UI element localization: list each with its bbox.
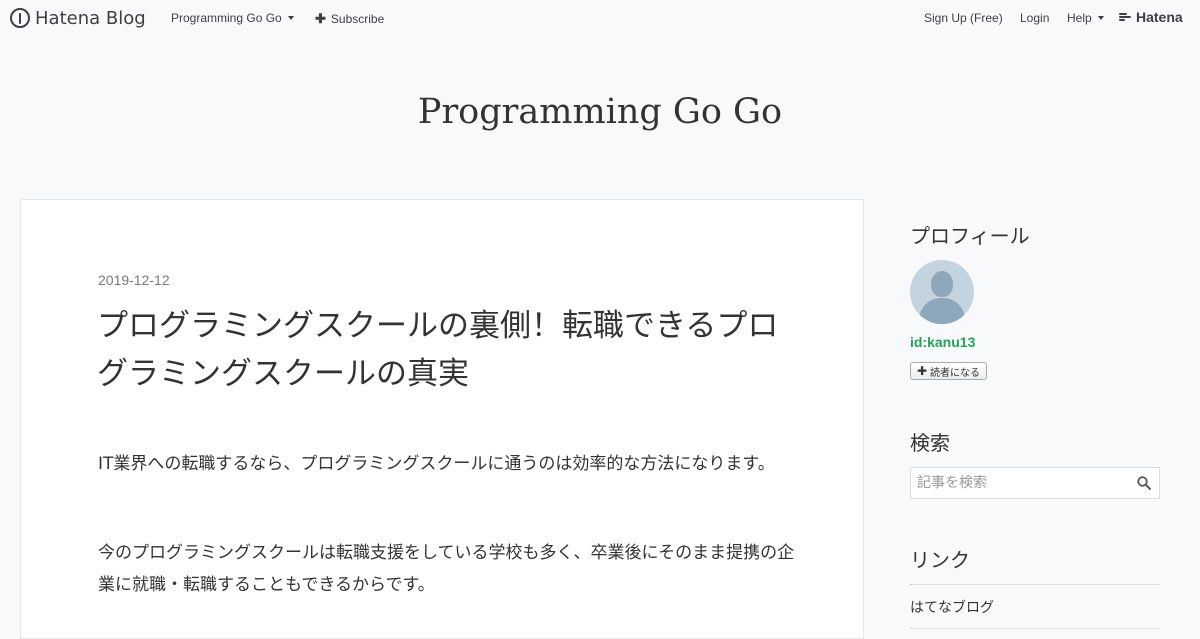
search-heading: 検索: [910, 431, 950, 455]
entry-date[interactable]: 2019-12-12: [98, 272, 170, 288]
plus-icon: ✚: [916, 364, 928, 378]
search-icon[interactable]: [1137, 476, 1151, 490]
profile-heading: プロフィール: [910, 224, 1030, 248]
entry-title[interactable]: プログラミングスクールの裏側！転職できるプログラミングスクールの真実: [97, 302, 797, 398]
subscribe-label: Subscribe: [330, 12, 385, 26]
avatar-body-shape: [919, 298, 965, 324]
chevron-down-icon: [287, 16, 294, 20]
entry-card: 2019-12-12 プログラミングスクールの裏側！転職できるプログラミングスク…: [20, 199, 864, 639]
link-hatena-blog[interactable]: はてなブログ: [910, 597, 994, 617]
login-link[interactable]: Login: [1020, 11, 1049, 25]
hatena-label: Hatena: [1136, 9, 1183, 25]
entry-paragraph: IT業界への転職するなら、プログラミングスクールに通うのは効率的な方法になります…: [98, 454, 775, 474]
hatena-blog-logo-text: Hatena Blog: [35, 7, 146, 29]
plus-icon: ✚: [315, 11, 326, 26]
blog-title[interactable]: Programming Go Go: [0, 92, 1200, 132]
hatena-logo-icon: [1119, 12, 1133, 22]
search-box: [910, 467, 1160, 499]
profile-id-link[interactable]: id:kanu13: [910, 334, 975, 350]
global-header: Hatena Blog Programming Go Go ✚ Subscrib…: [0, 0, 1200, 36]
hatena-blog-logo-icon: [10, 8, 30, 28]
avatar-head-shape: [931, 271, 953, 297]
help-dropdown[interactable]: Help: [1067, 11, 1104, 25]
subscribe-link[interactable]: ✚ Subscribe: [315, 11, 384, 27]
hatena-link[interactable]: Hatena: [1119, 9, 1183, 25]
entry-paragraph: 今のプログラミングスクールは転職支援をしている学校も多く、卒業後にそのまま提携の…: [98, 543, 795, 595]
link-divider: [910, 628, 1160, 629]
avatar[interactable]: [910, 260, 974, 324]
blog-menu-dropdown[interactable]: Programming Go Go: [171, 11, 294, 25]
signup-label: Sign Up (Free): [924, 11, 1003, 25]
subscribe-reader-button[interactable]: ✚ 読者になる: [910, 362, 987, 380]
search-input[interactable]: [911, 468, 1131, 498]
chevron-down-icon: [1097, 16, 1104, 20]
hatena-blog-logo[interactable]: Hatena Blog: [10, 7, 146, 29]
subscribe-reader-label: 読者になる: [930, 367, 981, 379]
blog-menu-label: Programming Go Go: [171, 11, 282, 25]
help-label: Help: [1067, 11, 1092, 25]
link-divider: [910, 584, 1160, 585]
signup-link[interactable]: Sign Up (Free): [924, 11, 1003, 25]
links-heading: リンク: [910, 548, 970, 572]
login-label: Login: [1020, 11, 1050, 25]
